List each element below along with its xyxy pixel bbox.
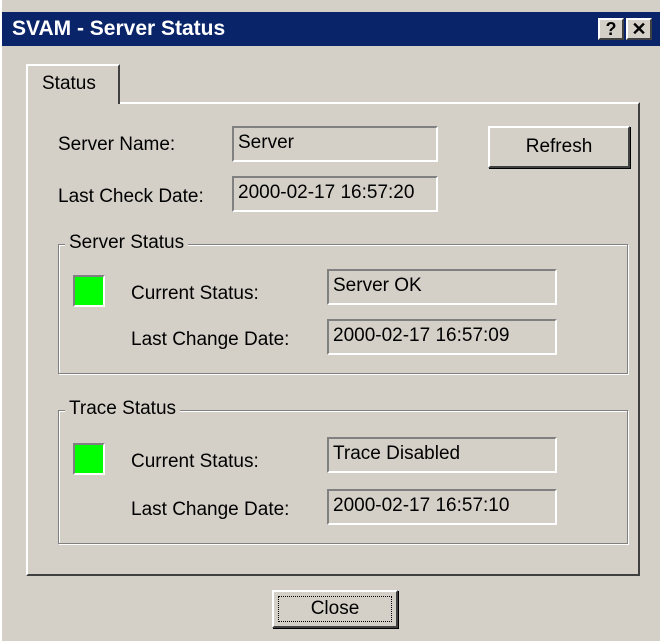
title-bar[interactable]: SVAM - Server Status ? ✕ (2, 12, 660, 46)
help-button[interactable]: ? (598, 18, 624, 40)
trace-status-group: Trace Status Current Status: Trace Disab… (58, 398, 628, 544)
refresh-button[interactable]: Refresh (488, 126, 630, 168)
focus-rectangle (278, 596, 392, 622)
close-window-button[interactable]: ✕ (626, 18, 652, 40)
server-status-indicator (73, 275, 105, 307)
trace-status-indicator (73, 443, 105, 475)
server-current-status-label: Current Status: (131, 283, 259, 304)
trace-last-change-date-field: 2000-02-17 16:57:10 (327, 489, 557, 525)
trace-current-status-label: Current Status: (131, 451, 259, 472)
server-status-group: Server Status Current Status: Server OK … (58, 232, 628, 374)
server-status-group-label: Server Status (65, 232, 189, 254)
last-check-date-label: Last Check Date: (58, 186, 204, 207)
last-check-date-field: 2000-02-17 16:57:20 (232, 176, 438, 212)
refresh-button-label: Refresh (525, 136, 593, 157)
window-title: SVAM - Server Status (12, 17, 226, 40)
status-tab-panel: Server Name: Server Refresh Last Check D… (26, 102, 640, 576)
server-name-field: Server (232, 126, 438, 162)
server-last-change-date-label: Last Change Date: (131, 329, 290, 350)
server-current-status-field: Server OK (327, 269, 557, 305)
close-icon: ✕ (631, 19, 647, 39)
help-icon: ? (605, 19, 617, 39)
tab-status-label: Status (42, 73, 96, 94)
trace-status-group-label: Trace Status (65, 398, 181, 420)
trace-last-change-date-label: Last Change Date: (131, 499, 290, 520)
server-last-change-date-field: 2000-02-17 16:57:09 (327, 319, 557, 355)
tab-status[interactable]: Status (26, 64, 120, 104)
close-button[interactable]: Close (272, 590, 398, 628)
server-status-dialog: SVAM - Server Status ? ✕ Status Server N… (2, 0, 660, 641)
server-name-label: Server Name: (58, 134, 176, 155)
trace-current-status-field: Trace Disabled (327, 437, 557, 473)
